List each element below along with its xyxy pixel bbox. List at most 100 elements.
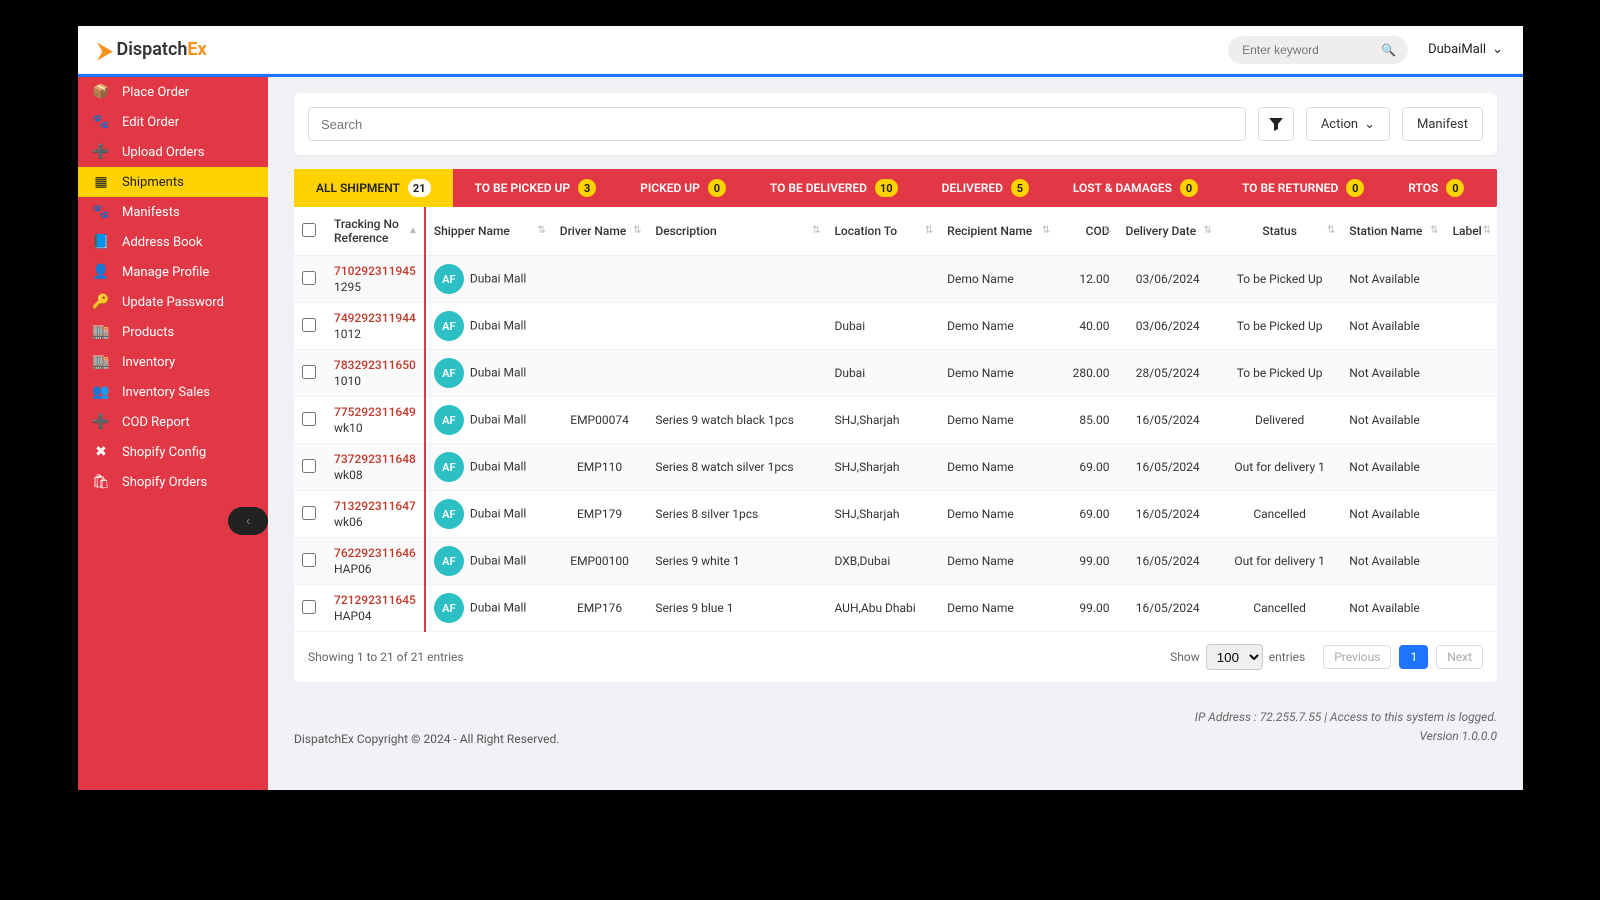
- tracking-no[interactable]: 721292311645: [334, 593, 416, 607]
- sidebar-item-address-book[interactable]: 📘Address Book: [78, 227, 268, 257]
- table-row[interactable]: 7492923119441012AFDubai MallDubaiDemo Na…: [294, 303, 1497, 350]
- label-cell: [1445, 256, 1497, 303]
- sidebar-label: Address Book: [122, 235, 202, 250]
- row-checkbox[interactable]: [302, 506, 316, 520]
- tab-all-shipment[interactable]: ALL SHIPMENT 21: [294, 169, 453, 207]
- table-search-input[interactable]: [321, 117, 1233, 132]
- prev-page[interactable]: Previous: [1323, 645, 1391, 669]
- table-row[interactable]: 775292311649wk10AFDubai MallEMP00074Seri…: [294, 397, 1497, 444]
- table-row[interactable]: 713292311647wk06AFDubai MallEMP179Series…: [294, 491, 1497, 538]
- col-shipper[interactable]: Shipper Name⇅: [425, 207, 552, 256]
- location-to: SHJ,Sharjah: [826, 444, 939, 491]
- col-location[interactable]: Location To⇅: [826, 207, 939, 256]
- tab-to-be-picked-up[interactable]: TO BE PICKED UP 3: [453, 169, 619, 207]
- sidebar-item-manage-profile[interactable]: 👤Manage Profile: [78, 257, 268, 287]
- sidebar-item-inventory-sales[interactable]: 👥Inventory Sales: [78, 377, 268, 407]
- sidebar-item-shopify-orders[interactable]: 🛍Shopify Orders: [78, 467, 268, 497]
- global-search-input[interactable]: [1242, 43, 1397, 57]
- shipper-avatar: AF: [434, 264, 464, 294]
- tab-label: TO BE DELIVERED: [770, 181, 867, 195]
- tracking-no[interactable]: 783292311650: [334, 358, 416, 372]
- user-menu[interactable]: DubaiMall ⌄: [1428, 42, 1503, 57]
- page-1[interactable]: 1: [1399, 645, 1428, 669]
- station-name: Not Available: [1341, 585, 1444, 632]
- sidebar-item-shopify-config[interactable]: ✖Shopify Config: [78, 437, 268, 467]
- sidebar-collapse[interactable]: ‹: [228, 507, 268, 535]
- shipper-avatar: AF: [434, 358, 464, 388]
- next-page[interactable]: Next: [1436, 645, 1483, 669]
- tab-canceled[interactable]: CANCELED: [1486, 169, 1497, 207]
- col-driver[interactable]: Driver Name⇅: [552, 207, 648, 256]
- ip-notice: IP Address : 72.255.7.55 | Access to thi…: [1195, 708, 1497, 727]
- col-date[interactable]: Delivery Date⇅: [1118, 207, 1218, 256]
- row-checkbox[interactable]: [302, 459, 316, 473]
- row-checkbox[interactable]: [302, 318, 316, 332]
- row-checkbox[interactable]: [302, 553, 316, 567]
- shipper-avatar: AF: [434, 499, 464, 529]
- search-icon[interactable]: 🔍: [1381, 43, 1396, 57]
- tracking-no[interactable]: 749292311944: [334, 311, 416, 325]
- table-row[interactable]: 7832923116501010AFDubai MallDubaiDemo Na…: [294, 350, 1497, 397]
- location-to: SHJ,Sharjah: [826, 491, 939, 538]
- sidebar-item-cod-report[interactable]: ➕COD Report: [78, 407, 268, 437]
- sidebar-item-products[interactable]: 🏬Products: [78, 317, 268, 347]
- label-cell: [1445, 303, 1497, 350]
- tracking-no[interactable]: 775292311649: [334, 405, 416, 419]
- col-tracking[interactable]: Tracking No Reference ▲: [326, 207, 425, 256]
- col-description[interactable]: Description⇅: [647, 207, 826, 256]
- action-button[interactable]: Action ⌄: [1306, 107, 1390, 141]
- status: Cancelled: [1218, 585, 1341, 632]
- sidebar-item-place-order[interactable]: 📦Place Order: [78, 77, 268, 107]
- tab-to-be-delivered[interactable]: TO BE DELIVERED 10: [748, 169, 920, 207]
- table-row[interactable]: 737292311648wk08AFDubai MallEMP110Series…: [294, 444, 1497, 491]
- sidebar-item-upload-orders[interactable]: ➕Upload Orders: [78, 137, 268, 167]
- sidebar-item-shipments[interactable]: ▦Shipments: [78, 167, 268, 197]
- sidebar-label: Shopify Config: [122, 445, 206, 460]
- col-cod[interactable]: COD⇅: [1056, 207, 1117, 256]
- tracking-no[interactable]: 710292311945: [334, 264, 416, 278]
- col-label[interactable]: Label⇅: [1445, 207, 1497, 256]
- tab-picked-up[interactable]: PICKED UP 0: [618, 169, 748, 207]
- sidebar-label: COD Report: [122, 415, 190, 430]
- col-recipient[interactable]: Recipient Name⇅: [939, 207, 1056, 256]
- manifest-button[interactable]: Manifest: [1402, 107, 1483, 141]
- table-row[interactable]: 7102923119451295AFDubai MallDemo Name12.…: [294, 256, 1497, 303]
- row-checkbox[interactable]: [302, 600, 316, 614]
- page-size-select[interactable]: 100: [1206, 644, 1263, 670]
- table-row[interactable]: 721292311645HAP04AFDubai MallEMP176Serie…: [294, 585, 1497, 632]
- tab-label: RTOS: [1408, 181, 1438, 195]
- filter-button[interactable]: [1258, 107, 1294, 141]
- select-all-checkbox[interactable]: [302, 223, 316, 237]
- row-checkbox[interactable]: [302, 365, 316, 379]
- tab-delivered[interactable]: DELIVERED 5: [920, 169, 1051, 207]
- tracking-no[interactable]: 737292311648: [334, 452, 416, 466]
- cod: 99.00: [1056, 585, 1117, 632]
- station-name: Not Available: [1341, 444, 1444, 491]
- sidebar-label: Manifests: [122, 205, 180, 220]
- table-row[interactable]: 762292311646HAP06AFDubai MallEMP00100Ser…: [294, 538, 1497, 585]
- row-checkbox[interactable]: [302, 412, 316, 426]
- sidebar-item-manifests[interactable]: 🐾Manifests: [78, 197, 268, 227]
- tracking-no[interactable]: 713292311647: [334, 499, 416, 513]
- table-search[interactable]: [308, 107, 1246, 141]
- tab-to-be-returned[interactable]: TO BE RETURNED 0: [1220, 169, 1386, 207]
- row-checkbox[interactable]: [302, 271, 316, 285]
- tab-rtos[interactable]: RTOS 0: [1386, 169, 1486, 207]
- sidebar-item-inventory[interactable]: 🏬Inventory: [78, 347, 268, 377]
- col-status[interactable]: Status⇅: [1218, 207, 1341, 256]
- sidebar-item-update-password[interactable]: 🔑Update Password: [78, 287, 268, 317]
- sidebar-item-edit-order[interactable]: 🐾Edit Order: [78, 107, 268, 137]
- chevron-down-icon: ⌄: [1492, 42, 1503, 57]
- shipper-name: Dubai Mall: [470, 366, 527, 380]
- toolbar: Action ⌄ Manifest: [294, 93, 1497, 155]
- cod: 280.00: [1056, 350, 1117, 397]
- tab-lost-damages[interactable]: LOST & DAMAGES 0: [1051, 169, 1220, 207]
- logo-icon: ⮞: [98, 38, 112, 62]
- col-station[interactable]: Station Name⇅: [1341, 207, 1444, 256]
- tab-label: PICKED UP: [640, 181, 700, 195]
- sidebar-icon: 🏬: [92, 354, 110, 370]
- global-search[interactable]: 🔍: [1228, 36, 1408, 64]
- logo[interactable]: ⮞ DispatchEx: [98, 38, 207, 62]
- tracking-no[interactable]: 762292311646: [334, 546, 416, 560]
- logo-text: Dispatch: [116, 39, 187, 60]
